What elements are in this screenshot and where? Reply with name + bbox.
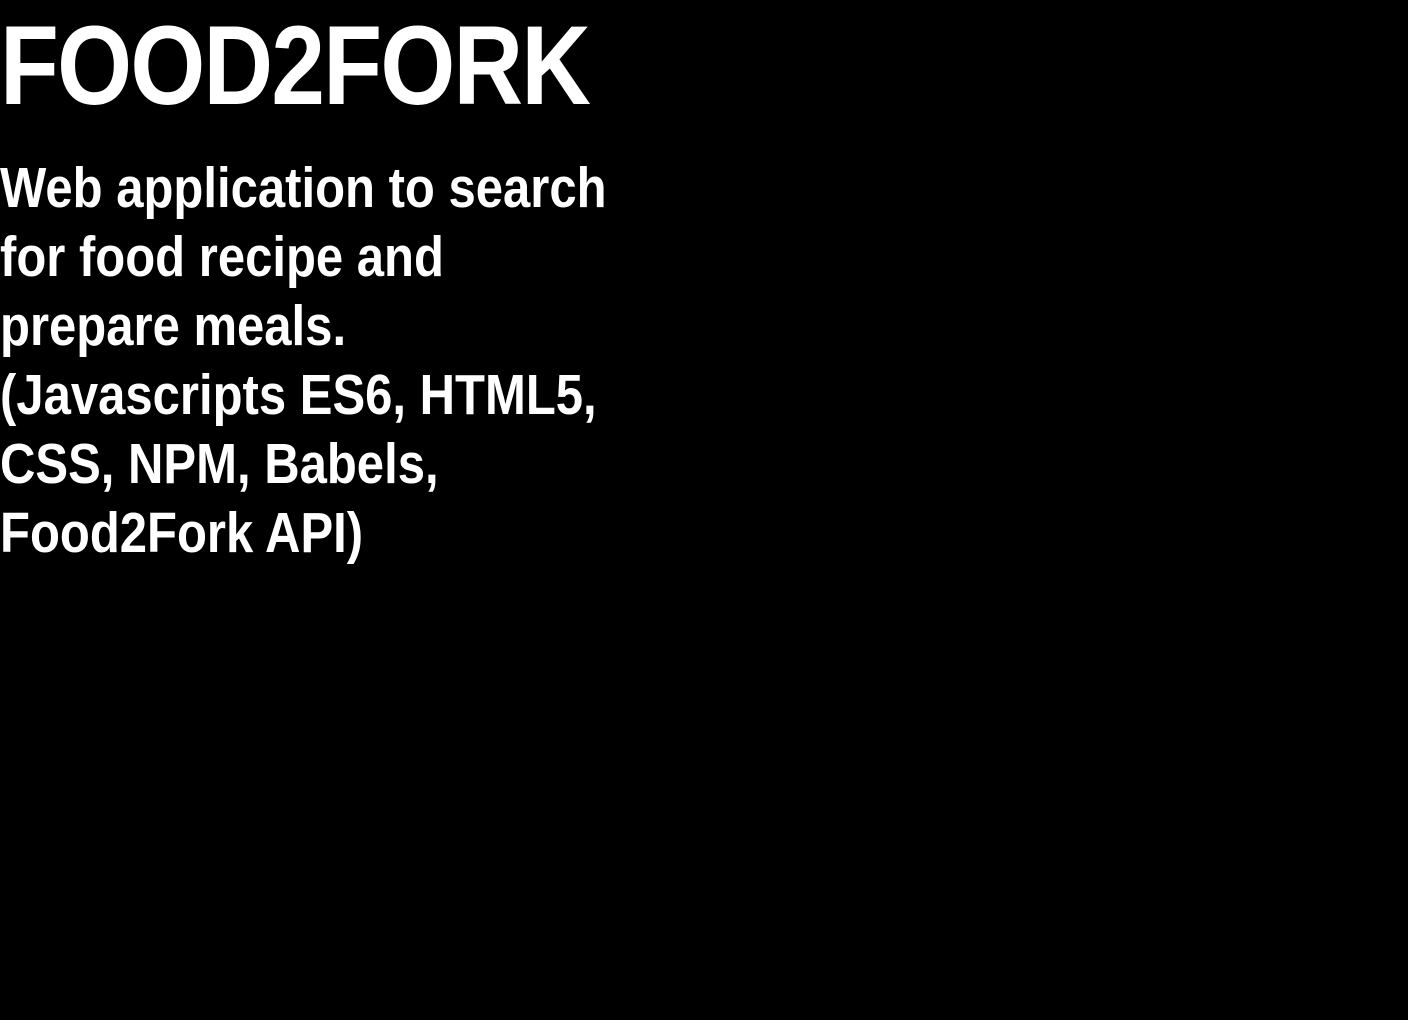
page: FOOD2FORK Web application to search for … — [0, 0, 1408, 1020]
project-description: Web application to search for food recip… — [0, 156, 607, 565]
page-title: FOOD2FORK — [0, 3, 591, 128]
